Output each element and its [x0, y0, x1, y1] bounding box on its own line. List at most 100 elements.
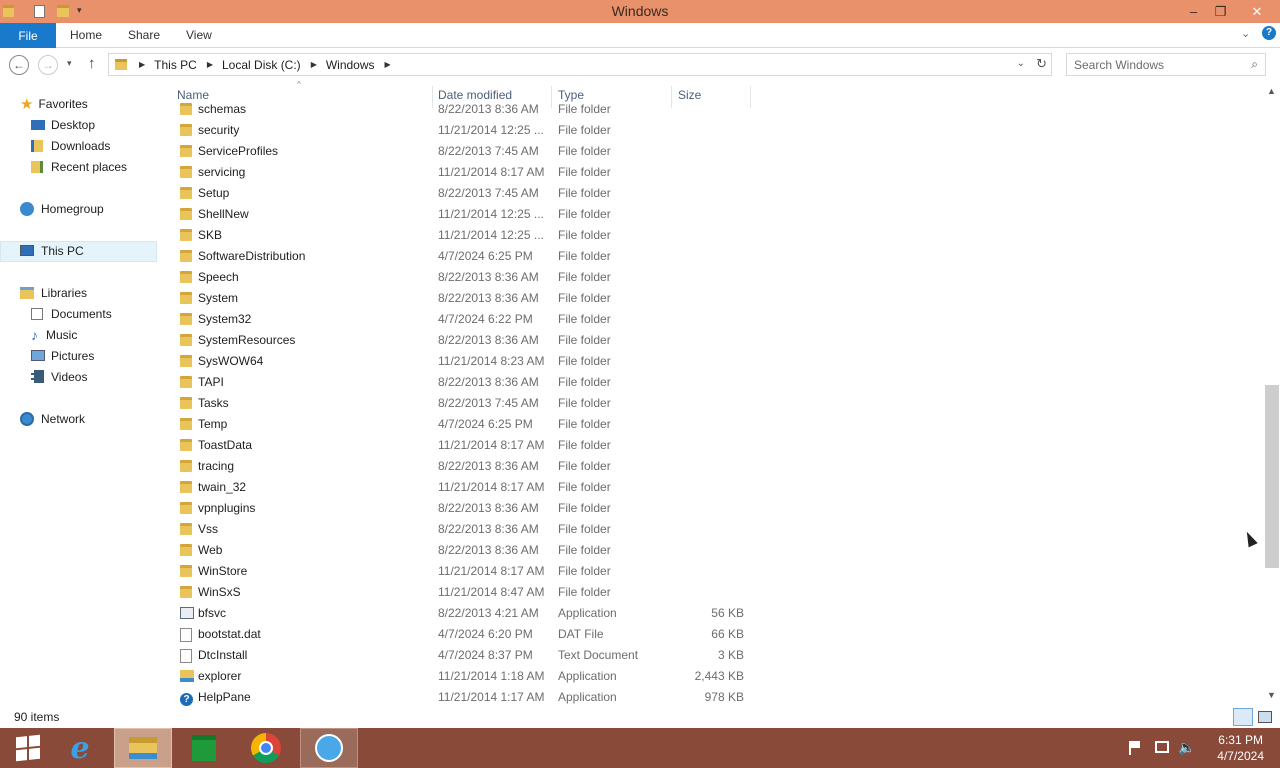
file-row[interactable]: System32 4/7/2024 6:22 PM File folder	[176, 309, 752, 330]
file-row[interactable]: ? HelpPane 11/21/2014 1:17 AM Application 97…	[176, 687, 752, 708]
file-date-modified: 11/21/2014 12:25 ...	[438, 228, 544, 242]
close-button[interactable]: ✕	[1234, 0, 1280, 23]
file-row[interactable]: tracing 8/22/2013 8:36 AM File folder	[176, 456, 752, 477]
tab-view[interactable]: View	[186, 28, 212, 42]
computer-icon	[20, 245, 34, 256]
nav-homegroup[interactable]: Homegroup	[20, 198, 104, 219]
breadcrumb-this-pc[interactable]: This PC	[154, 58, 197, 72]
file-row[interactable]: Tasks 8/22/2013 7:45 AM File folder	[176, 393, 752, 414]
downloads-icon	[31, 139, 43, 152]
chrome-button[interactable]	[238, 728, 294, 768]
scroll-down-icon[interactable]: ▼	[1267, 690, 1276, 700]
details-view-icon[interactable]	[1233, 708, 1253, 726]
tab-share[interactable]: Share	[128, 28, 160, 42]
file-row[interactable]: security 11/21/2014 12:25 ... File folder	[176, 120, 752, 141]
nav-pictures[interactable]: Pictures	[31, 345, 94, 366]
volume-muted-icon[interactable]: 🔈	[1178, 739, 1195, 756]
nav-music[interactable]: ♪ Music	[31, 324, 77, 345]
app-button[interactable]	[300, 728, 358, 768]
forward-button[interactable]: →	[38, 55, 58, 75]
file-date-modified: 8/22/2013 8:36 AM	[438, 459, 539, 473]
nav-network[interactable]: Network	[20, 408, 85, 429]
folder-icon	[180, 229, 192, 244]
nav-videos[interactable]: Videos	[31, 366, 87, 387]
file-row[interactable]: ToastData 11/21/2014 8:17 AM File folder	[176, 435, 752, 456]
file-row[interactable]: bfsvc 8/22/2013 4:21 AM Application 56 KB	[176, 603, 752, 624]
nav-libraries[interactable]: Libraries	[20, 282, 87, 303]
music-icon: ♪	[31, 326, 38, 343]
expand-ribbon-icon[interactable]: ⌄	[1241, 27, 1250, 40]
file-type: File folder	[558, 291, 611, 305]
item-count: 90 items	[14, 710, 60, 724]
store-button[interactable]	[176, 728, 232, 768]
tab-home[interactable]: Home	[70, 28, 102, 42]
clock[interactable]: 6:31 PM 4/7/2024	[1217, 732, 1264, 764]
help-icon[interactable]: ?	[1262, 26, 1276, 40]
action-center-flag-icon[interactable]	[1129, 741, 1141, 755]
file-explorer-button[interactable]	[114, 728, 172, 768]
file-name: System	[198, 291, 239, 305]
breadcrumb-local-disk[interactable]: Local Disk (C:)	[222, 58, 301, 72]
file-row[interactable]: ServiceProfiles 8/22/2013 7:45 AM File fol…	[176, 141, 752, 162]
network-tray-icon[interactable]	[1155, 741, 1169, 753]
scrollbar-thumb[interactable]	[1265, 385, 1279, 568]
file-row[interactable]: WinSxS 11/21/2014 8:47 AM File folder	[176, 582, 752, 603]
file-row[interactable]: System 8/22/2013 8:36 AM File folder	[176, 288, 752, 309]
file-name: SKB	[198, 228, 223, 242]
file-row[interactable]: TAPI 8/22/2013 8:36 AM File folder	[176, 372, 752, 393]
breadcrumb-windows[interactable]: Windows	[326, 58, 375, 72]
folder-icon	[180, 292, 192, 307]
nav-recent-places[interactable]: Recent places	[31, 156, 127, 177]
help-icon: ?	[180, 691, 193, 706]
file-date-modified: 4/7/2024 6:25 PM	[438, 249, 533, 263]
internet-explorer-button[interactable]: e	[52, 728, 108, 768]
file-row[interactable]: Vss 8/22/2013 8:36 AM File folder	[176, 519, 752, 540]
file-date-modified: 8/22/2013 8:36 AM	[438, 333, 539, 347]
file-row[interactable]: SKB 11/21/2014 12:25 ... File folder	[176, 225, 752, 246]
file-name: twain_32	[198, 480, 247, 494]
file-name: security	[198, 123, 240, 137]
recent-locations-icon[interactable]: ▾	[67, 58, 72, 69]
file-row[interactable]: twain_32 11/21/2014 8:17 AM File folder	[176, 477, 752, 498]
file-row[interactable]: servicing 11/21/2014 8:17 AM File folder	[176, 162, 752, 183]
file-type: File folder	[558, 522, 611, 536]
file-row[interactable]: Temp 4/7/2024 6:25 PM File folder	[176, 414, 752, 435]
file-row[interactable]: SysWOW64 11/21/2014 8:23 AM File folder	[176, 351, 752, 372]
nav-this-pc[interactable]: This PC	[20, 240, 84, 261]
file-row[interactable]: Web 8/22/2013 8:36 AM File folder	[176, 540, 752, 561]
file-row[interactable]: SystemResources 8/22/2013 8:36 AM File fol…	[176, 330, 752, 351]
search-icon[interactable]: ⌕	[1251, 57, 1258, 72]
scroll-up-icon[interactable]: ▲	[1267, 86, 1276, 96]
search-input[interactable]: Search Windows ⌕	[1066, 53, 1266, 76]
file-row[interactable]: ShellNew 11/21/2014 12:25 ... File folder	[176, 204, 752, 225]
file-type: File folder	[558, 480, 611, 494]
file-type: File folder	[558, 501, 611, 515]
file-row[interactable]: Setup 8/22/2013 7:45 AM File folder	[176, 183, 752, 204]
file-date-modified: 4/7/2024 6:25 PM	[438, 417, 533, 431]
nav-documents[interactable]: Documents	[31, 303, 112, 324]
nav-downloads[interactable]: Downloads	[31, 135, 110, 156]
large-icons-view-icon[interactable]	[1258, 711, 1272, 723]
store-icon	[192, 735, 216, 761]
minimize-button[interactable]: –	[1180, 0, 1207, 23]
up-button[interactable]: ↑	[88, 55, 96, 72]
file-row[interactable]: SoftwareDistribution 4/7/2024 6:25 PM File…	[176, 246, 752, 267]
file-row[interactable]: vpnplugins 8/22/2013 8:36 AM File folder	[176, 498, 752, 519]
file-row[interactable]: explorer 11/21/2014 1:18 AM Application 2,4…	[176, 666, 752, 687]
start-button[interactable]	[0, 728, 56, 768]
refresh-icon[interactable]: ↻	[1036, 56, 1047, 72]
file-tab[interactable]: File	[0, 23, 56, 48]
file-row[interactable]: schemas 8/22/2013 8:36 AM File folder	[176, 101, 752, 120]
file-row[interactable]: bootstat.dat 4/7/2024 6:20 PM DAT File 66 K…	[176, 624, 752, 645]
file-row[interactable]: Speech 8/22/2013 8:36 AM File folder	[176, 267, 752, 288]
address-dropdown-icon[interactable]: ⌄	[1017, 58, 1025, 69]
address-bar[interactable]: ▶ This PC ▶ Local Disk (C:) ▶ Windows ▶ …	[108, 53, 1052, 76]
file-row[interactable]: DtcInstall 4/7/2024 8:37 PM Text Document 3…	[176, 645, 752, 666]
pictures-icon	[31, 350, 45, 361]
file-name: WinSxS	[198, 585, 241, 599]
back-button[interactable]: ←	[9, 55, 29, 75]
maximize-button[interactable]: ❐	[1207, 0, 1234, 23]
nav-favorites[interactable]: ★ Favorites	[20, 93, 88, 114]
file-row[interactable]: WinStore 11/21/2014 8:17 AM File folder	[176, 561, 752, 582]
nav-desktop[interactable]: Desktop	[31, 114, 95, 135]
